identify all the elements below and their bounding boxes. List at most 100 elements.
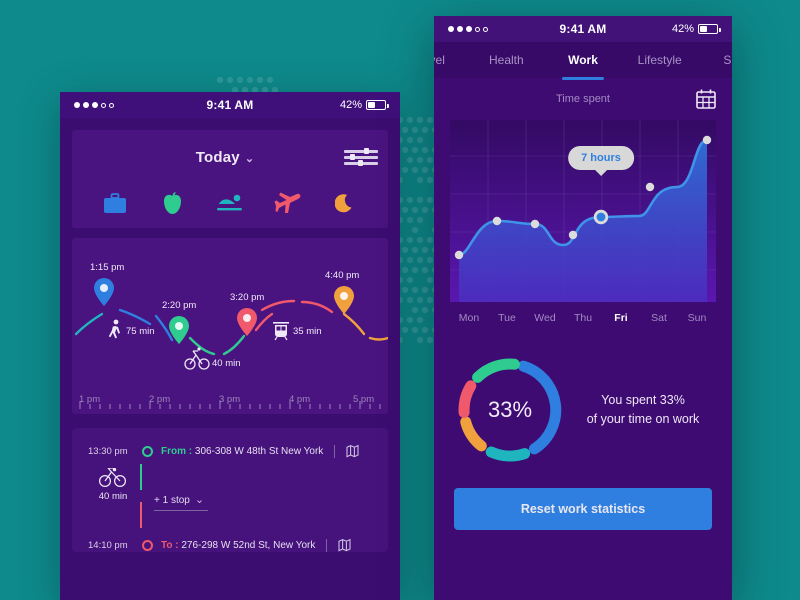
from-address-text: From : 306-308 W 48th St New York: [161, 446, 323, 457]
day-label-sun: Sun: [687, 312, 707, 324]
day-label-mon: Mon: [458, 312, 480, 324]
tab-health[interactable]: Health: [468, 42, 545, 78]
pin-time-2: 2:20 pm: [162, 300, 197, 311]
day-label-sat: Sat: [651, 312, 667, 324]
chart-point-tue: [492, 216, 502, 226]
tab-work[interactable]: Work: [545, 42, 622, 78]
chevron-down-icon: ⌄: [194, 494, 205, 506]
route-from-row: 13:30 pm From : 306-308 W 48th St New Yo…: [88, 442, 372, 460]
airplane-icon[interactable]: [273, 191, 303, 215]
to-prefix: To :: [161, 539, 179, 551]
today-header-row: Today ⌄: [72, 130, 388, 184]
status-bar-right: 9:41 AM 42%: [434, 16, 732, 42]
stops-toggle[interactable]: + 1 stop ⌄: [154, 490, 209, 511]
to-address: 276-298 W 52nd St, New York: [181, 539, 316, 551]
tab-travel[interactable]: Travel: [434, 42, 468, 78]
status-battery: 42%: [316, 99, 389, 111]
to-time: 14:10 pm: [88, 539, 128, 551]
tab-lifestyle-label: Lifestyle: [637, 53, 682, 67]
train-icon: [273, 322, 289, 341]
route-middle-block: 40 min + 1 stop ⌄: [88, 460, 372, 536]
route-detail-card: 13:30 pm From : 306-308 W 48th St New Yo…: [72, 428, 388, 552]
route-to-row: 14:10 pm To : 276-298 W 52nd St, New Yor…: [88, 536, 372, 554]
ruler-label-1: 2 pm: [149, 394, 171, 405]
tab-sleep-label: Sleep: [723, 53, 732, 67]
from-dot-icon: [142, 445, 153, 457]
battery-percent: 42%: [671, 23, 694, 35]
section-header: Time spent: [434, 78, 732, 120]
day-label-fri: Fri: [614, 312, 628, 324]
tab-lifestyle[interactable]: Lifestyle: [621, 42, 698, 78]
status-bar-left: 9:41 AM 42%: [60, 92, 400, 118]
reset-work-statistics-button[interactable]: Reset work statistics: [454, 488, 712, 530]
route-line-green: [140, 464, 142, 490]
day-label-thu: Thu: [573, 312, 593, 324]
swimmer-icon[interactable]: [215, 191, 245, 215]
today-card: Today ⌄: [72, 130, 388, 228]
chart-point-mon: [454, 250, 464, 260]
chart-point-sun: [702, 135, 712, 145]
pin-time-3: 3:20 pm: [230, 292, 265, 303]
calendar-icon[interactable]: [696, 89, 716, 109]
day-label-tue: Tue: [498, 312, 516, 324]
apple-icon[interactable]: [157, 191, 187, 215]
donut-percent-label: 33%: [487, 397, 533, 422]
map-icon[interactable]: [338, 538, 351, 552]
battery-percent: 42%: [339, 99, 362, 111]
to-dot-icon: [142, 539, 153, 551]
pin-time-4: 4:40 pm: [325, 270, 360, 281]
today-dropdown[interactable]: Today ⌄: [72, 149, 344, 166]
stops-count-text: + 1 stop: [154, 495, 190, 506]
ruler-label-3: 4 pm: [289, 394, 311, 405]
chart-day-labels: Mon Tue Wed Thu Fri Sat Sun: [450, 312, 716, 324]
divider: [334, 444, 336, 458]
chart-point-sat: [645, 182, 655, 192]
chart-tooltip: 7 hours: [568, 146, 634, 170]
category-tabbar: Travel Health Work Lifestyle Sleep: [434, 42, 732, 78]
status-battery: 42%: [648, 23, 721, 35]
phone-left: 9:41 AM 42% Today ⌄ 1:15 pm 2:20 pm 3:20…: [60, 92, 400, 600]
route-line-red: [140, 502, 142, 528]
ruler-label-0: 1 pm: [79, 394, 101, 405]
pin-time-1: 1:15 pm: [90, 262, 125, 273]
signal-dots: [448, 26, 518, 32]
tab-work-label: Work: [568, 53, 598, 67]
tab-travel-label: Travel: [434, 53, 445, 67]
map-icon[interactable]: [346, 444, 359, 458]
bike-icon: [98, 467, 127, 488]
summary-line-1: You spent 33%: [601, 392, 685, 407]
chart-point-wed: [530, 219, 540, 229]
category-icon-row: [72, 184, 388, 228]
leg-duration-walk: 75 min: [126, 326, 155, 337]
signal-dots: [74, 102, 144, 108]
battery-icon: [366, 100, 389, 110]
divider: [326, 538, 328, 552]
phone-right: 9:41 AM 42% Travel Health Work Lifestyle…: [434, 16, 732, 600]
summary-text: You spent 33% of your time on work: [568, 391, 714, 430]
status-time: 9:41 AM: [559, 22, 607, 36]
ruler-label-4: 5 pm: [353, 394, 375, 405]
leg-duration-train: 35 min: [293, 326, 322, 337]
filter-sliders-icon[interactable]: [344, 148, 378, 166]
chart-point-thu: [568, 230, 578, 240]
moon-icon[interactable]: [330, 191, 360, 215]
from-prefix: From :: [161, 445, 193, 457]
chart-point-fri: [596, 212, 606, 222]
to-address-text: To : 276-298 W 52nd St, New York: [161, 540, 315, 551]
day-label-wed: Wed: [534, 312, 556, 324]
from-time: 13:30 pm: [88, 445, 128, 457]
tab-sleep[interactable]: Sleep: [698, 42, 732, 78]
leg-duration: 40 min: [98, 491, 128, 502]
ruler-label-2: 3 pm: [219, 394, 241, 405]
briefcase-icon[interactable]: [100, 191, 130, 215]
today-label: Today: [195, 148, 240, 166]
time-spent-chart: 7 hours: [450, 120, 716, 302]
from-address: 306-308 W 48th St New York: [194, 445, 324, 457]
chevron-down-icon: ⌄: [244, 152, 255, 165]
leg-duration-bike: 40 min: [212, 358, 241, 369]
walk-icon: [108, 319, 120, 339]
section-title: Time spent: [555, 93, 610, 105]
battery-icon: [698, 24, 721, 34]
stops-label: + 1 stop ⌄: [154, 494, 209, 511]
work-summary-section: 33% You spent 33% of your time on work: [434, 350, 732, 470]
